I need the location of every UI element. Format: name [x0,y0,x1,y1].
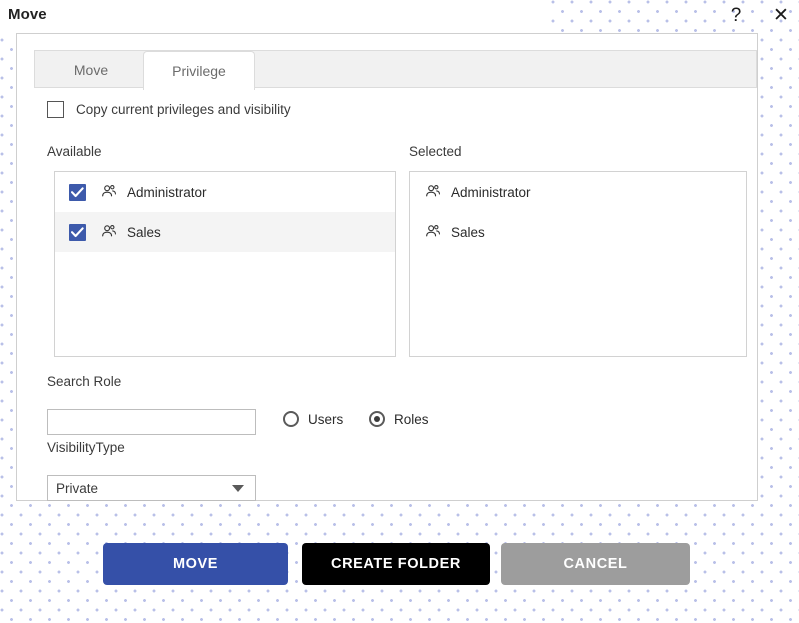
available-label: Available [47,144,102,159]
create-folder-button[interactable]: CREATE FOLDER [302,543,490,585]
question-mark-icon[interactable]: ? [724,4,748,28]
move-button[interactable]: MOVE [103,543,288,585]
visibility-type-value: Private [56,480,99,496]
checkbox-checked-icon[interactable] [69,223,86,241]
selected-label: Selected [409,144,462,159]
list-item[interactable]: Sales [410,212,746,252]
radio-roles[interactable]: Roles [369,411,429,427]
list-item[interactable]: Administrator [410,172,746,212]
tab-move[interactable]: Move [43,51,139,89]
search-role-input[interactable] [47,409,256,435]
cancel-button[interactable]: CANCEL [501,543,690,585]
visibility-type-label: VisibilityType [47,440,125,455]
copy-privileges-checkbox[interactable]: Copy current privileges and visibility [47,101,291,118]
title-bar-background [0,0,551,33]
list-item[interactable]: Administrator [55,172,395,212]
list-item-label: Administrator [127,184,207,200]
check-mark-icon [71,226,84,237]
list-item-label: Administrator [451,184,531,200]
radio-users-label: Users [308,411,344,427]
dialog-panel: Move Privilege Copy current privileges a… [16,33,758,501]
page-title: Move [8,6,47,23]
checkbox-unchecked-icon [47,101,64,118]
selected-roles-listbox[interactable]: Administrator Sales [409,171,747,357]
radio-selected-icon [369,411,385,427]
chevron-down-icon [232,484,244,492]
radio-users[interactable]: Users [283,411,343,427]
group-icon [102,185,116,197]
tab-privilege[interactable]: Privilege [143,51,255,90]
visibility-type-select[interactable]: Private [47,475,256,501]
list-item-label: Sales [127,224,161,240]
dialog-title-bar: Move ? ✕ [0,0,799,33]
check-mark-icon [71,186,84,197]
close-icon[interactable]: ✕ [769,4,793,28]
tab-strip: Move Privilege [34,50,757,90]
group-icon [102,225,116,237]
group-icon [426,225,440,237]
copy-privileges-label: Copy current privileges and visibility [76,102,291,117]
radio-unselected-icon [283,411,299,427]
search-role-label: Search Role [47,374,122,389]
group-icon [426,185,440,197]
list-item[interactable]: Sales [55,212,395,252]
radio-roles-label: Roles [394,411,429,427]
available-roles-listbox[interactable]: Administrator Sales [54,171,396,357]
list-item-label: Sales [451,224,485,240]
checkbox-checked-icon[interactable] [69,183,86,201]
